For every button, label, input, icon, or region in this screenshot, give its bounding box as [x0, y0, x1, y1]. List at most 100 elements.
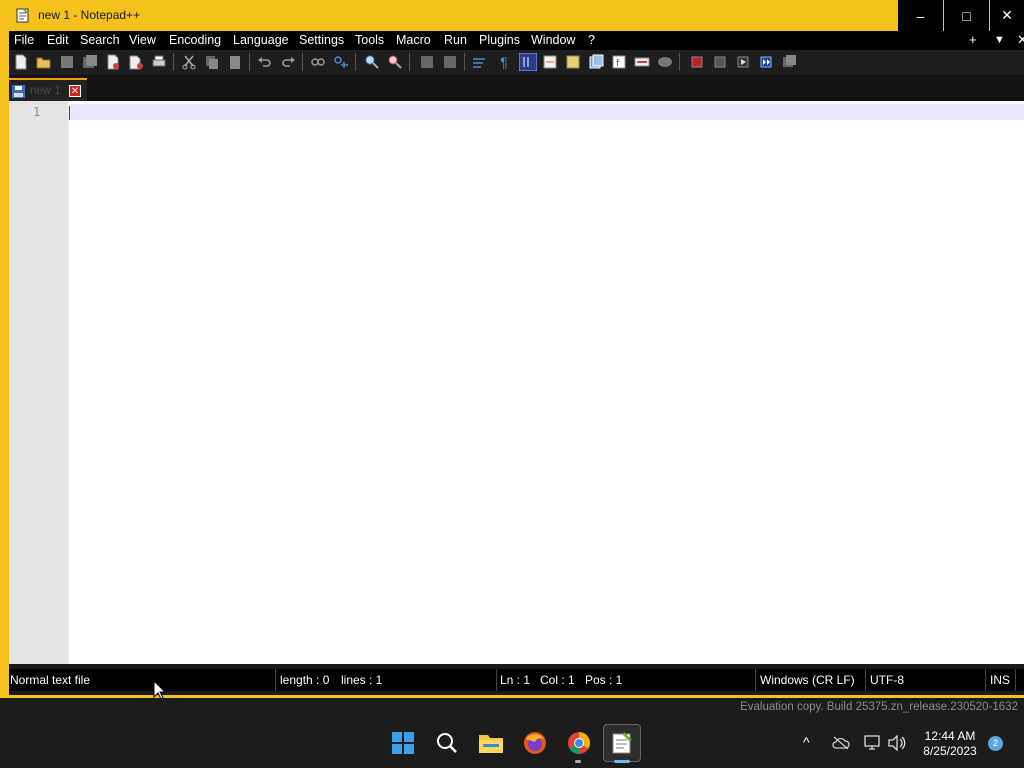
onedrive-offline-icon[interactable] [832, 736, 850, 750]
close-all-icon[interactable] [128, 54, 144, 70]
tab-close-icon[interactable]: ✕ [69, 85, 81, 97]
status-insert-mode: INS [990, 673, 1011, 687]
copy-icon[interactable] [204, 54, 220, 70]
new-file-icon[interactable] [13, 54, 29, 70]
menu-file[interactable]: File [14, 33, 34, 47]
sync-horizontal-icon[interactable] [442, 54, 458, 70]
close-icon: ✕ [1001, 7, 1013, 23]
macro-stop-icon[interactable] [712, 54, 728, 70]
show-all-characters-icon[interactable]: ¶ [496, 54, 512, 70]
toolbar-separator [464, 53, 465, 71]
menu-search[interactable]: Search [80, 33, 120, 47]
status-encoding[interactable]: UTF-8 [870, 673, 904, 687]
close-document-icon[interactable]: ✕ [1017, 32, 1024, 48]
open-file-icon[interactable] [36, 54, 52, 70]
clock-time: 12:44 AM [924, 729, 976, 743]
line-number: 1 [33, 105, 41, 119]
menu-view[interactable]: View [129, 33, 156, 47]
chrome-running-indicator [575, 760, 581, 763]
status-column: Col : 1 [540, 673, 575, 687]
chevron-down-icon[interactable]: ▼ [994, 34, 1005, 46]
undo-icon[interactable] [257, 54, 273, 70]
monitoring-icon[interactable] [634, 54, 650, 70]
notepadpp-window: new 1 - Notepad++ – □ ✕ File Edit Search… [0, 0, 1024, 698]
clipboard-history-icon[interactable] [657, 54, 673, 70]
status-file-type: Normal text file [10, 673, 91, 687]
current-line-highlight [69, 104, 1024, 120]
maximize-button[interactable]: □ [944, 0, 989, 31]
firefox-button[interactable] [519, 727, 551, 759]
chrome-button[interactable] [563, 727, 595, 759]
chrome-icon [568, 732, 590, 754]
clock-date: 8/25/2023 [923, 744, 977, 758]
indent-guide-icon[interactable] [519, 53, 537, 71]
cut-icon[interactable] [181, 54, 197, 70]
menu-edit[interactable]: Edit [47, 33, 69, 47]
print-icon[interactable] [151, 54, 167, 70]
mouse-cursor-icon [153, 680, 167, 700]
saved-state-icon [12, 85, 25, 98]
toolbar-separator [679, 53, 680, 71]
find-icon[interactable] [310, 54, 326, 70]
minimize-icon: – [916, 7, 925, 24]
status-separator [1015, 669, 1016, 691]
menu-plugins[interactable]: Plugins [479, 33, 520, 47]
tab-new-1[interactable]: new 1 ✕ [9, 78, 87, 101]
toolbar-separator [409, 53, 410, 71]
sync-vertical-icon[interactable] [419, 54, 435, 70]
notification-badge[interactable]: 2 [988, 736, 1003, 751]
function-list-icon[interactable] [565, 54, 581, 70]
macro-play-icon[interactable] [735, 54, 751, 70]
title-bar[interactable]: new 1 - Notepad++ – □ ✕ [0, 0, 1024, 31]
tray-chevron-up-icon[interactable]: ^ [803, 734, 810, 750]
redo-icon[interactable] [280, 54, 296, 70]
status-position: Pos : 1 [585, 673, 623, 687]
menu-window[interactable]: Window [531, 33, 575, 47]
word-wrap-icon[interactable] [472, 54, 488, 70]
status-eol-format[interactable]: Windows (CR LF) [760, 673, 855, 687]
search-button[interactable] [431, 727, 463, 759]
tab-bar: new 1 ✕ [9, 75, 1024, 101]
toolbar-separator [249, 53, 250, 71]
toolbar-separator [302, 53, 303, 71]
notepad-plus-plus-app-icon [16, 8, 29, 23]
minimize-button[interactable]: – [898, 0, 943, 31]
file-explorer-button[interactable] [475, 727, 507, 759]
macro-record-icon[interactable] [689, 54, 705, 70]
menu-help[interactable]: ? [588, 33, 595, 47]
menu-macro[interactable]: Macro [396, 33, 431, 47]
status-separator [865, 669, 866, 691]
zoom-in-icon[interactable] [364, 54, 380, 70]
menu-tools[interactable]: Tools [355, 33, 384, 47]
evaluation-watermark: Evaluation copy. Build 25375.zn_release.… [0, 698, 1024, 718]
replace-icon[interactable] [333, 54, 349, 70]
menu-encoding[interactable]: Encoding [169, 33, 221, 47]
document-map-icon[interactable] [542, 54, 558, 70]
save-icon[interactable] [59, 54, 75, 70]
window-title: new 1 - Notepad++ [38, 8, 141, 22]
volume-icon[interactable] [888, 735, 906, 751]
close-file-icon[interactable] [105, 54, 121, 70]
notepad-plus-plus-button[interactable] [606, 727, 638, 759]
editor-area[interactable]: 1 [9, 101, 1024, 664]
network-icon[interactable] [864, 735, 882, 751]
paste-icon[interactable] [227, 54, 243, 70]
user-defined-language-icon[interactable]: f [611, 54, 627, 70]
save-all-icon[interactable] [82, 54, 98, 70]
close-window-button[interactable]: ✕ [990, 0, 1024, 31]
macro-save-icon[interactable] [781, 54, 797, 70]
add-icon[interactable]: + [969, 32, 977, 47]
firefox-icon [524, 732, 546, 754]
evaluation-text: Evaluation copy. Build 25375.zn_release.… [740, 701, 1018, 713]
file-explorer-icon [479, 735, 503, 753]
toolbar: ¶ f [9, 50, 1024, 75]
menu-settings[interactable]: Settings [299, 33, 344, 47]
zoom-out-icon[interactable] [387, 54, 403, 70]
menu-language[interactable]: Language [233, 33, 289, 47]
start-button[interactable] [387, 727, 419, 759]
taskbar: ^ 12:44 AM 8/25/2023 2 [0, 718, 1024, 768]
taskbar-clock[interactable]: 12:44 AM 8/25/2023 [920, 729, 980, 759]
macro-run-multiple-icon[interactable] [758, 54, 774, 70]
menu-run[interactable]: Run [444, 33, 467, 47]
folder-workspace-icon[interactable] [588, 54, 604, 70]
